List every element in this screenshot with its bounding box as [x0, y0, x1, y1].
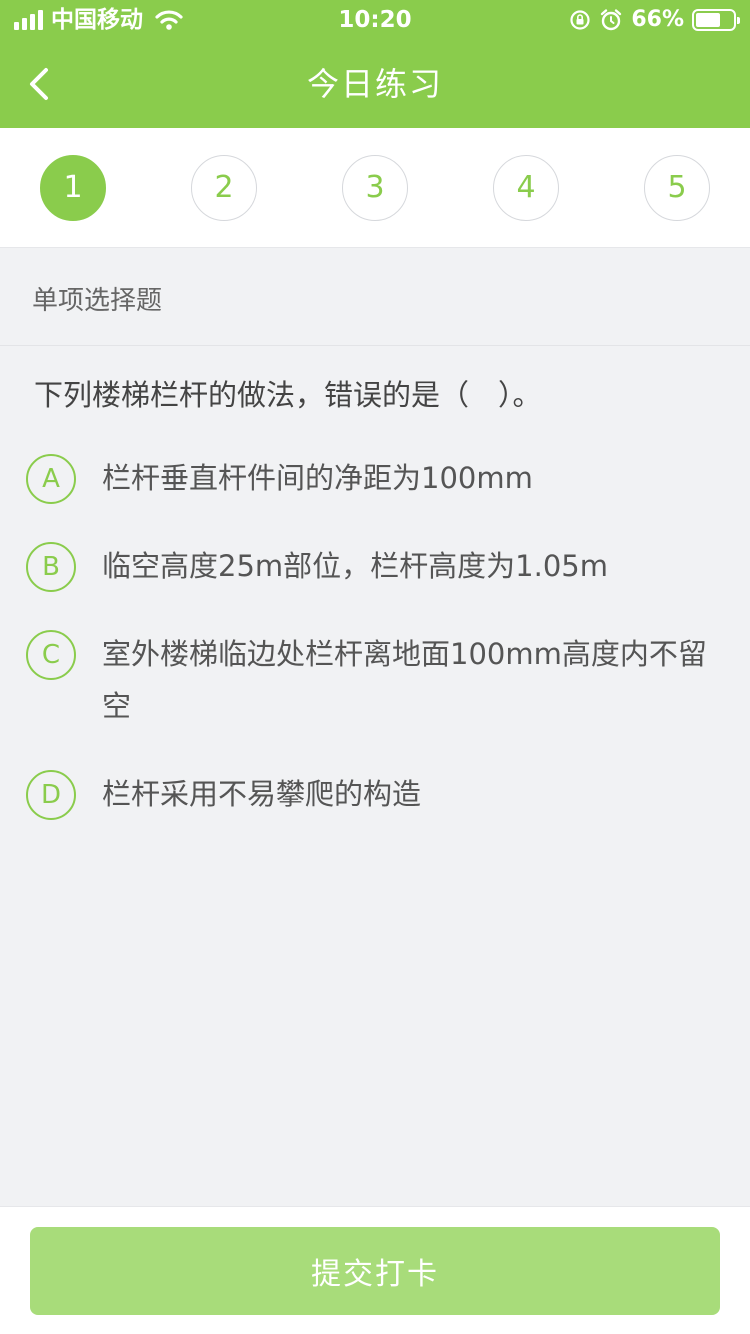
question-text: 下列楼梯栏杆的做法，错误的是（ ）。: [34, 378, 542, 412]
option-letter: C: [26, 630, 76, 680]
step-5[interactable]: 5: [644, 155, 710, 221]
option-text: 室外楼梯临边处栏杆离地面100mm高度内不留空: [102, 637, 707, 723]
page-title: 今日练习: [306, 65, 443, 103]
status-bar: 中国移动 10:20 66%: [0, 0, 750, 40]
step-1[interactable]: 1: [40, 155, 106, 221]
step-3[interactable]: 3: [342, 155, 408, 221]
battery-level: [696, 13, 720, 27]
option-text: 栏杆垂直杆件间的净距为100mm: [102, 461, 533, 495]
question-stepper: 1 2 3 4 5: [0, 128, 750, 248]
status-right: 66%: [569, 6, 740, 34]
rotation-lock-icon: [570, 10, 590, 30]
option-letter: A: [26, 454, 76, 504]
bottom-bar: 提交打卡: [0, 1206, 750, 1334]
battery-icon: [692, 9, 740, 31]
option-text: 栏杆采用不易攀爬的构造: [102, 777, 422, 811]
step-2[interactable]: 2: [191, 155, 257, 221]
step-4[interactable]: 4: [493, 155, 559, 221]
alarm-icon: [601, 9, 622, 31]
option-letter: D: [26, 770, 76, 820]
option-text: 临空高度25m部位，栏杆高度为1.05m: [102, 549, 608, 583]
option-letter: B: [26, 542, 76, 592]
battery-percent: 66%: [631, 7, 684, 32]
question-type-label: 单项选择题: [0, 248, 750, 346]
submit-checkin-button[interactable]: 提交打卡: [30, 1227, 720, 1315]
header: 中国移动 10:20 66% 今日练习: [0, 0, 750, 128]
